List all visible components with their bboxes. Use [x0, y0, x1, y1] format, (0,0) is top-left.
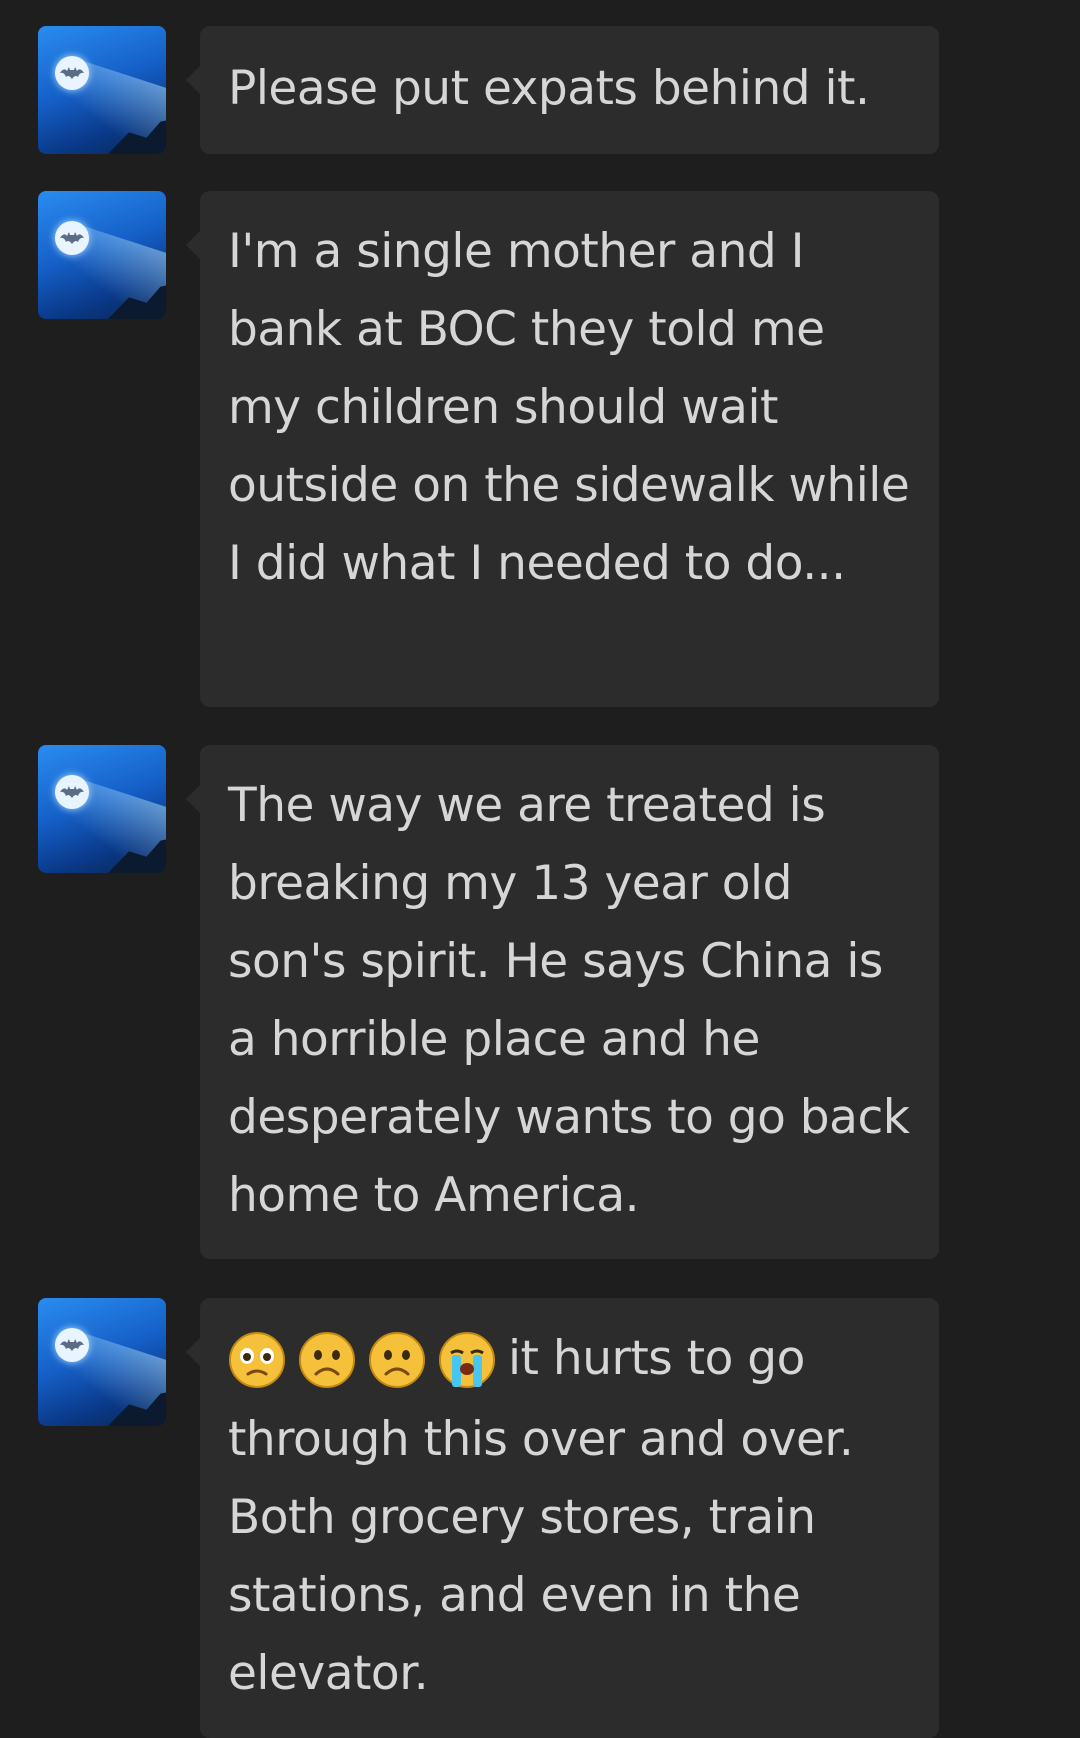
message-bubble[interactable]: I'm a single mother and I bank at BOC th…	[186, 191, 939, 707]
avatar[interactable]	[38, 745, 166, 873]
chat-message-list[interactable]: Please put expats behind it. I'm a singl…	[0, 0, 1080, 1738]
frowning-face-icon	[369, 1331, 425, 1388]
message-text: The way we are treated is breaking my 13…	[228, 778, 910, 1223]
message-bubble[interactable]: it hurts to go through this over and ove…	[186, 1298, 939, 1738]
message-text: it hurts to go through this over and ove…	[228, 1320, 911, 1713]
message-bubble[interactable]: Please put expats behind it.	[186, 26, 939, 154]
emoji-row	[228, 1323, 508, 1401]
message-text: I'm a single mother and I bank at BOC th…	[228, 224, 910, 591]
bat-signal-icon	[55, 1328, 89, 1362]
chat-message: Please put expats behind it.	[0, 26, 1080, 154]
frowning-face-icon	[299, 1331, 355, 1388]
bat-signal-icon	[55, 221, 89, 255]
pleading-face-icon	[229, 1331, 285, 1388]
chat-message: it hurts to go through this over and ove…	[0, 1298, 1080, 1738]
avatar[interactable]	[38, 26, 166, 154]
loudly-crying-face-icon	[439, 1331, 495, 1388]
message-text: Please put expats behind it.	[228, 61, 870, 116]
chat-message: I'm a single mother and I bank at BOC th…	[0, 191, 1080, 707]
bat-signal-icon	[55, 56, 89, 90]
chat-message: The way we are treated is breaking my 13…	[0, 745, 1080, 1259]
avatar[interactable]	[38, 1298, 166, 1426]
bat-signal-icon	[55, 775, 89, 809]
avatar[interactable]	[38, 191, 166, 319]
message-bubble[interactable]: The way we are treated is breaking my 13…	[186, 745, 939, 1259]
